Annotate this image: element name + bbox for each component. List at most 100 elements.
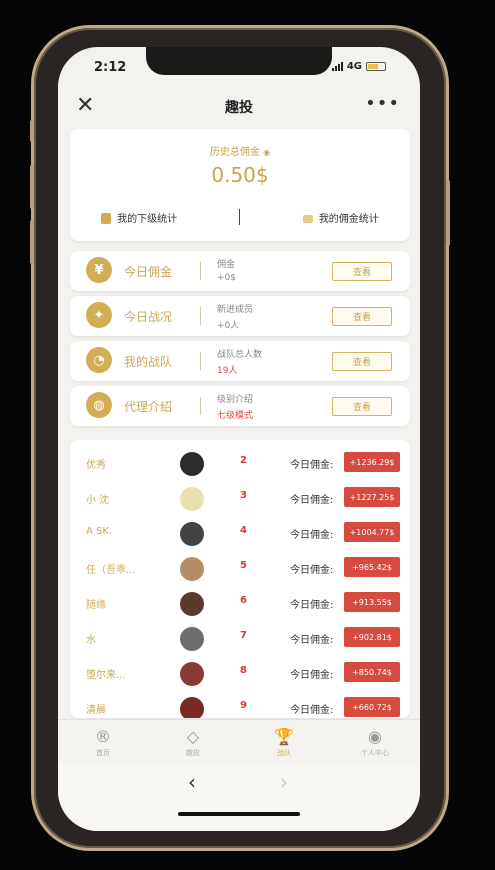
tab-profile[interactable]: ◉ 个人中心 bbox=[330, 720, 420, 766]
register-icon: ® bbox=[95, 727, 111, 746]
document-icon bbox=[101, 213, 112, 224]
rank-number: 4 bbox=[240, 525, 247, 536]
view-button[interactable]: 查看 bbox=[332, 352, 392, 371]
volume-down-button bbox=[30, 220, 34, 264]
rank-number: 3 bbox=[240, 490, 247, 501]
feature-name: 今日佣金 bbox=[124, 265, 173, 279]
member-name: 优秀 bbox=[86, 460, 106, 471]
total-commission-label: 历史总佣金 ◉ bbox=[209, 147, 271, 158]
commission-label: 今日佣金: bbox=[290, 705, 334, 716]
trophy-icon: 🏆 bbox=[274, 727, 294, 746]
rank-number: 9 bbox=[240, 700, 247, 711]
feature-row-today-commission: ¥ 今日佣金 佣金 +0$ 查看 bbox=[70, 251, 410, 291]
avatar bbox=[180, 662, 204, 686]
tab-qutou[interactable]: ◇ 趣投 bbox=[148, 720, 238, 766]
signal-icon bbox=[331, 62, 343, 71]
phone-screen: 2:12 4G ✕ 趣投 ••• 历史总佣金 ◉ 0.50$ 我的下级统计 我的… bbox=[58, 47, 420, 831]
feature-divider bbox=[200, 262, 201, 280]
commission-amount: +965.42$ bbox=[344, 557, 400, 577]
commission-summary-card: 历史总佣金 ◉ 0.50$ 我的下级统计 我的佣金统计 bbox=[70, 129, 410, 241]
rank-number: 7 bbox=[240, 630, 247, 641]
feature-sub-label: 战队总人数 bbox=[217, 350, 263, 360]
rank-number: 5 bbox=[240, 560, 247, 571]
status-indicators: 4G bbox=[331, 61, 386, 72]
status-time: 2:12 bbox=[94, 60, 127, 75]
feature-sub-label: 级别介绍 bbox=[217, 395, 254, 405]
rank-number: 8 bbox=[240, 665, 247, 676]
diamond-icon: ◇ bbox=[186, 727, 200, 746]
ranking-list: 优秀 2 今日佣金: +1236.29$ 小 沈 3 今日佣金: +1227.2… bbox=[70, 440, 410, 718]
feature-sub-label: 佣金 bbox=[217, 260, 236, 270]
ranking-row[interactable]: A SK. 4 今日佣金: +1004.77$ bbox=[70, 518, 410, 553]
tab-team[interactable]: 🏆 战队 bbox=[239, 720, 329, 766]
feature-name: 我的战队 bbox=[124, 355, 173, 369]
feature-row-my-team: ◔ 我的战队 战队总人数 19人 查看 bbox=[70, 341, 410, 381]
total-commission-value: 0.50$ bbox=[211, 163, 269, 187]
view-button[interactable]: 查看 bbox=[332, 262, 392, 281]
home-indicator[interactable] bbox=[178, 812, 300, 816]
ranking-row[interactable]: 堕尔来... 8 今日佣金: +850.74$ bbox=[70, 658, 410, 693]
back-chevron-icon[interactable]: ‹ bbox=[188, 770, 196, 794]
browser-nav: ‹ › bbox=[58, 765, 420, 831]
member-name: 小 沈 bbox=[86, 495, 110, 506]
commission-amount: +913.55$ bbox=[344, 592, 400, 612]
avatar bbox=[180, 592, 204, 616]
tab-bar: ® 首页 ◇ 趣投 🏆 战队 ◉ 个人中心 bbox=[58, 719, 420, 765]
tab-label: 战队 bbox=[277, 749, 291, 757]
commission-label: 今日佣金: bbox=[290, 670, 334, 681]
commission-label: 今日佣金: bbox=[290, 635, 334, 646]
forward-chevron-icon[interactable]: › bbox=[280, 770, 288, 794]
nav-bar: ✕ 趣投 ••• bbox=[58, 87, 420, 127]
avatar bbox=[180, 522, 204, 546]
view-button[interactable]: 查看 bbox=[332, 307, 392, 326]
more-icon[interactable]: ••• bbox=[365, 93, 400, 114]
view-button[interactable]: 查看 bbox=[332, 397, 392, 416]
feature-name: 今日战况 bbox=[124, 310, 173, 324]
avatar bbox=[180, 627, 204, 651]
feature-row-agent-intro: ◍ 代理介绍 级别介绍 七级模式 查看 bbox=[70, 386, 410, 426]
pie-icon: ◔ bbox=[86, 347, 112, 373]
summary-divider bbox=[239, 209, 241, 225]
avatar bbox=[180, 487, 204, 511]
feature-sub-value: +0$ bbox=[217, 273, 236, 283]
commission-label: 今日佣金: bbox=[290, 460, 334, 471]
commission-amount: +660.72$ bbox=[344, 697, 400, 717]
avatar bbox=[180, 557, 204, 581]
tab-home[interactable]: ® 首页 bbox=[58, 720, 148, 766]
feature-divider bbox=[200, 307, 201, 325]
ranking-row[interactable]: 任（吾乖... 5 今日佣金: +965.42$ bbox=[70, 553, 410, 588]
commission-label: 今日佣金: bbox=[290, 565, 334, 576]
commission-amount: +902.81$ bbox=[344, 627, 400, 647]
rank-number: 6 bbox=[240, 595, 247, 606]
ranking-row[interactable]: 水 7 今日佣金: +902.81$ bbox=[70, 623, 410, 658]
feature-row-today-battle: ✦ 今日战况 新进成员 +0人 查看 bbox=[70, 296, 410, 336]
feature-name: 代理介绍 bbox=[124, 400, 173, 414]
subordinate-stats-link[interactable]: 我的下级统计 bbox=[101, 210, 177, 225]
ranking-row[interactable]: 清晨 9 今日佣金: +660.72$ bbox=[70, 693, 410, 718]
tab-label: 个人中心 bbox=[361, 749, 389, 757]
member-name: 任（吾乖... bbox=[86, 565, 136, 576]
runner-icon: ✦ bbox=[86, 302, 112, 328]
member-name: 水 bbox=[86, 635, 96, 646]
ranking-row[interactable]: 优秀 2 今日佣金: +1236.29$ bbox=[70, 448, 410, 483]
commission-label: 今日佣金: bbox=[290, 530, 334, 541]
volume-up-button bbox=[30, 165, 34, 209]
summary-links: 我的下级统计 我的佣金统计 bbox=[70, 209, 410, 225]
globe-icon: ◍ bbox=[86, 392, 112, 418]
feature-divider bbox=[200, 352, 201, 370]
commission-stats-link[interactable]: 我的佣金统计 bbox=[302, 210, 379, 225]
ranking-row[interactable]: 随缘 6 今日佣金: +913.55$ bbox=[70, 588, 410, 623]
member-name: A SK. bbox=[86, 526, 113, 537]
avatar bbox=[180, 452, 204, 476]
wallet-icon: ¥ bbox=[86, 257, 112, 283]
mute-switch bbox=[30, 120, 34, 142]
close-icon[interactable]: ✕ bbox=[76, 93, 94, 118]
commission-amount: +1236.29$ bbox=[344, 452, 400, 472]
notch bbox=[146, 47, 332, 75]
eye-icon[interactable]: ◉ bbox=[263, 148, 270, 157]
card-icon bbox=[302, 214, 313, 223]
power-button bbox=[446, 180, 450, 246]
commission-amount: +1004.77$ bbox=[344, 522, 400, 542]
avatar bbox=[180, 697, 204, 718]
ranking-row[interactable]: 小 沈 3 今日佣金: +1227.25$ bbox=[70, 483, 410, 518]
